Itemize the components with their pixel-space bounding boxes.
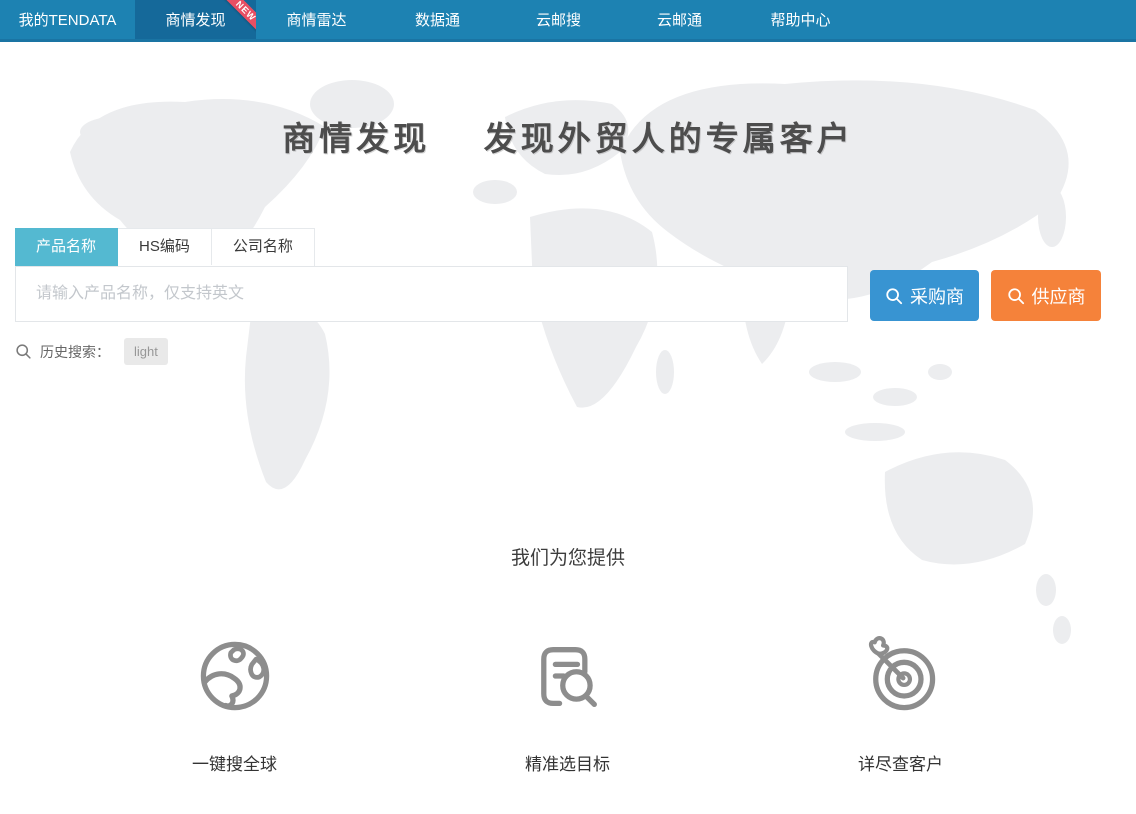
features-heading: 我们为您提供 bbox=[0, 543, 1136, 570]
search-icon bbox=[1007, 287, 1025, 305]
search-area: 产品名称 HS编码 公司名称 采购商 供应商 bbox=[15, 228, 1121, 365]
buyer-search-button[interactable]: 采购商 bbox=[870, 270, 979, 321]
feature-label: 一键搜全球 bbox=[192, 750, 277, 775]
feature-precise-targeting: 精准选目标 bbox=[401, 632, 734, 775]
nav-item-label: 帮助中心 bbox=[770, 9, 830, 30]
search-input[interactable] bbox=[15, 266, 848, 322]
feature-customer-detail: 详尽查客户 bbox=[734, 632, 1067, 775]
nav-item-label: 商情雷达 bbox=[286, 9, 346, 30]
hero-headline: 商情发现 发现外贸人的专属客户 bbox=[0, 112, 1136, 160]
nav-item-business-radar[interactable]: 商情雷达 bbox=[256, 0, 377, 39]
history-search-row: 历史搜索： light bbox=[15, 338, 1121, 365]
hero-headline-part2: 发现外贸人的专属客户 bbox=[484, 119, 854, 158]
feature-label: 详尽查客户 bbox=[858, 750, 943, 775]
nav-item-business-discovery[interactable]: 商情发现 NEW bbox=[135, 0, 256, 39]
globe-icon bbox=[195, 632, 275, 720]
page: 我的TENDATA 商情发现 NEW 商情雷达 数据通 云邮搜 云邮通 帮助中心… bbox=[0, 0, 1136, 814]
history-search-icon bbox=[15, 343, 32, 360]
nav-item-help-center[interactable]: 帮助中心 bbox=[740, 0, 861, 39]
supplier-search-button[interactable]: 供应商 bbox=[991, 270, 1101, 321]
tab-company-name[interactable]: 公司名称 bbox=[212, 229, 314, 265]
nav-item-label: 我的TENDATA bbox=[19, 9, 117, 30]
nav-item-label: 云邮通 bbox=[657, 9, 702, 30]
target-dart-icon bbox=[861, 632, 941, 720]
features-row: 一键搜全球 精准选目标 bbox=[68, 632, 1068, 775]
nav-item-cloud-mail[interactable]: 云邮通 bbox=[619, 0, 740, 39]
nav-item-label: 商情发现 bbox=[165, 9, 225, 30]
feature-global-search: 一键搜全球 bbox=[68, 632, 401, 775]
tab-product-name[interactable]: 产品名称 bbox=[15, 228, 118, 266]
nav-item-data-link[interactable]: 数据通 bbox=[377, 0, 498, 39]
history-tag[interactable]: light bbox=[124, 338, 168, 365]
feature-label: 精准选目标 bbox=[525, 750, 610, 775]
supplier-button-label: 供应商 bbox=[1032, 283, 1086, 309]
nav-item-label: 数据通 bbox=[415, 9, 460, 30]
document-search-icon bbox=[528, 632, 608, 720]
new-badge: NEW bbox=[223, 0, 256, 34]
tab-hs-code[interactable]: HS编码 bbox=[118, 229, 212, 265]
nav-item-label: 云邮搜 bbox=[536, 9, 581, 30]
buyer-button-label: 采购商 bbox=[910, 283, 964, 309]
history-search-label: 历史搜索： bbox=[40, 342, 110, 362]
nav-item-my-tendata[interactable]: 我的TENDATA bbox=[0, 0, 135, 39]
search-row: 采购商 供应商 bbox=[15, 266, 1121, 322]
top-navbar: 我的TENDATA 商情发现 NEW 商情雷达 数据通 云邮搜 云邮通 帮助中心 bbox=[0, 0, 1136, 42]
nav-item-cloud-mail-search[interactable]: 云邮搜 bbox=[498, 0, 619, 39]
hero-headline-part1: 商情发现 bbox=[282, 119, 430, 158]
search-icon bbox=[885, 287, 903, 305]
search-tab-bar: 产品名称 HS编码 公司名称 bbox=[15, 228, 315, 266]
